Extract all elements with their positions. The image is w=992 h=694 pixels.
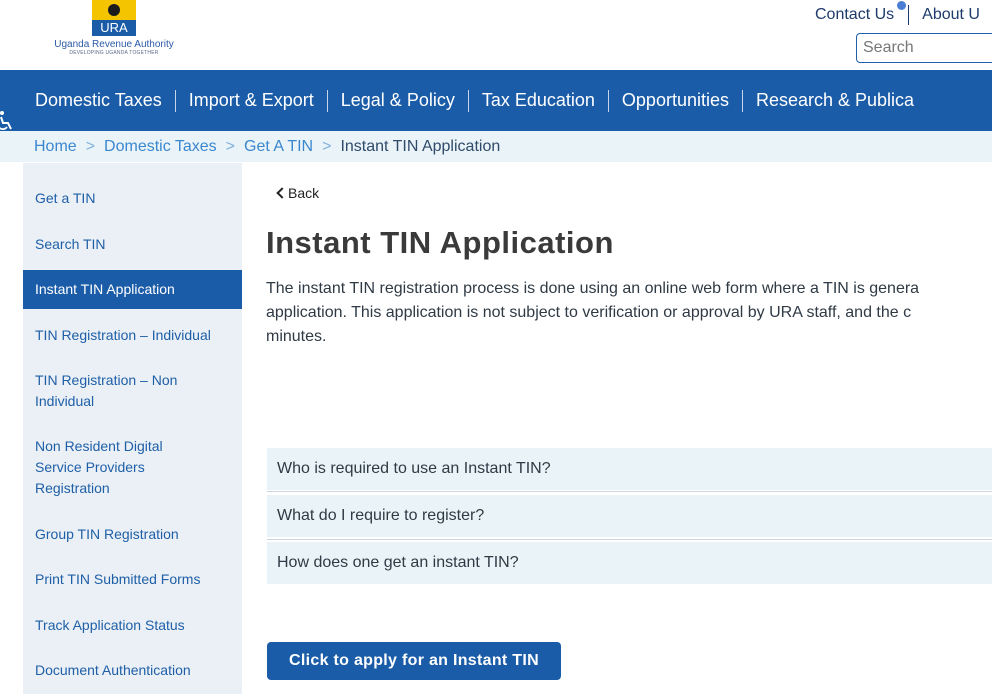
about-us-link[interactable]: About U bbox=[922, 6, 980, 24]
intro-line: minutes. bbox=[266, 328, 327, 345]
breadcrumb-home[interactable]: Home bbox=[34, 138, 77, 156]
faq-item-who-is-required[interactable]: Who is required to use an Instant TIN? bbox=[267, 448, 992, 490]
logo-name: Uganda Revenue Authority bbox=[54, 39, 174, 50]
ura-logo-icon: URA bbox=[92, 0, 136, 36]
page-title: Instant TIN Application bbox=[266, 225, 614, 260]
chevron-left-icon bbox=[276, 187, 288, 199]
contact-us-link[interactable]: Contact Us bbox=[815, 1, 908, 24]
nav-divider bbox=[741, 89, 743, 112]
intro-line: The instant TIN registration process is … bbox=[266, 280, 920, 297]
breadcrumb-get-a-tin[interactable]: Get A TIN bbox=[244, 138, 313, 156]
nav-item-import-export[interactable]: Import & Export bbox=[189, 90, 327, 111]
breadcrumb-separator-icon: > bbox=[85, 137, 96, 155]
nav-divider bbox=[467, 89, 469, 112]
sidebar-item-group-tin-registration[interactable]: Group TIN Registration bbox=[23, 524, 242, 545]
intro-line: application. This application is not sub… bbox=[266, 304, 912, 321]
back-label: Back bbox=[288, 185, 320, 201]
breadcrumb-current: Instant TIN Application bbox=[340, 137, 501, 155]
nav-item-opportunities[interactable]: Opportunities bbox=[622, 90, 742, 111]
sidebar-item-document-authentication[interactable]: Document Authentication bbox=[23, 660, 242, 681]
logo-tagline: DEVELOPING UGANDA TOGETHER bbox=[69, 50, 159, 56]
faq-divider bbox=[267, 491, 992, 492]
main-content: Back Instant TIN Application The instant… bbox=[242, 163, 992, 694]
breadcrumb-separator-icon: > bbox=[322, 137, 332, 155]
sidebar-item-print-tin-submitted-forms[interactable]: Print TIN Submitted Forms bbox=[23, 569, 242, 590]
nav-item-tax-education[interactable]: Tax Education bbox=[482, 90, 608, 111]
sidebar-item-get-a-tin[interactable]: Get a TIN bbox=[23, 188, 242, 209]
faq-divider bbox=[267, 539, 992, 540]
main-nav: Domestic Taxes Import & Export Legal & P… bbox=[0, 70, 992, 131]
apply-instant-tin-button[interactable]: Click to apply for an Instant TIN bbox=[267, 642, 561, 680]
sidebar-item-non-resident-dsp-registration[interactable]: Non Resident Digital Service Providers R… bbox=[23, 436, 203, 499]
contact-us-label: Contact Us bbox=[815, 6, 895, 23]
nav-divider bbox=[607, 89, 609, 112]
search-input[interactable] bbox=[856, 33, 992, 63]
sidebar-item-search-tin[interactable]: Search TIN bbox=[23, 234, 242, 255]
nav-divider bbox=[326, 89, 328, 112]
breadcrumb-separator-icon: > bbox=[225, 137, 236, 155]
nav-divider bbox=[174, 89, 176, 112]
sidebar-item-instant-tin-application[interactable]: Instant TIN Application bbox=[23, 270, 242, 309]
breadcrumb-domestic-taxes[interactable]: Domestic Taxes bbox=[104, 138, 217, 156]
nav-item-research-publications[interactable]: Research & Publica bbox=[756, 90, 927, 111]
faq-item-how-to-get-instant-tin[interactable]: How does one get an instant TIN? bbox=[267, 542, 992, 584]
sidebar-item-track-application-status[interactable]: Track Application Status bbox=[23, 615, 242, 636]
sidebar-item-tin-registration-individual[interactable]: TIN Registration – Individual bbox=[23, 325, 242, 346]
breadcrumb: Home > Domestic Taxes > Get A TIN > Inst… bbox=[0, 131, 992, 162]
notification-dot-icon bbox=[897, 1, 907, 10]
back-link[interactable]: Back bbox=[276, 185, 319, 201]
nav-item-domestic-taxes[interactable]: Domestic Taxes bbox=[35, 90, 175, 111]
intro-paragraph: The instant TIN registration process is … bbox=[266, 277, 992, 349]
ura-logo[interactable]: URA Uganda Revenue Authority DEVELOPING … bbox=[46, 0, 182, 58]
top-links-divider bbox=[908, 5, 910, 25]
accessibility-icon bbox=[0, 111, 12, 130]
sidebar-item-tin-registration-non-individual[interactable]: TIN Registration – Non Individual bbox=[23, 370, 203, 412]
logo-text: URA bbox=[100, 20, 128, 35]
sidebar: Get a TIN Search TIN Instant TIN Applica… bbox=[23, 163, 242, 694]
top-links: Contact Us About U bbox=[815, 1, 980, 25]
faq-item-what-do-i-require[interactable]: What do I require to register? bbox=[267, 495, 992, 537]
site-header: URA Uganda Revenue Authority DEVELOPING … bbox=[0, 0, 992, 70]
nav-item-legal-policy[interactable]: Legal & Policy bbox=[341, 90, 468, 111]
